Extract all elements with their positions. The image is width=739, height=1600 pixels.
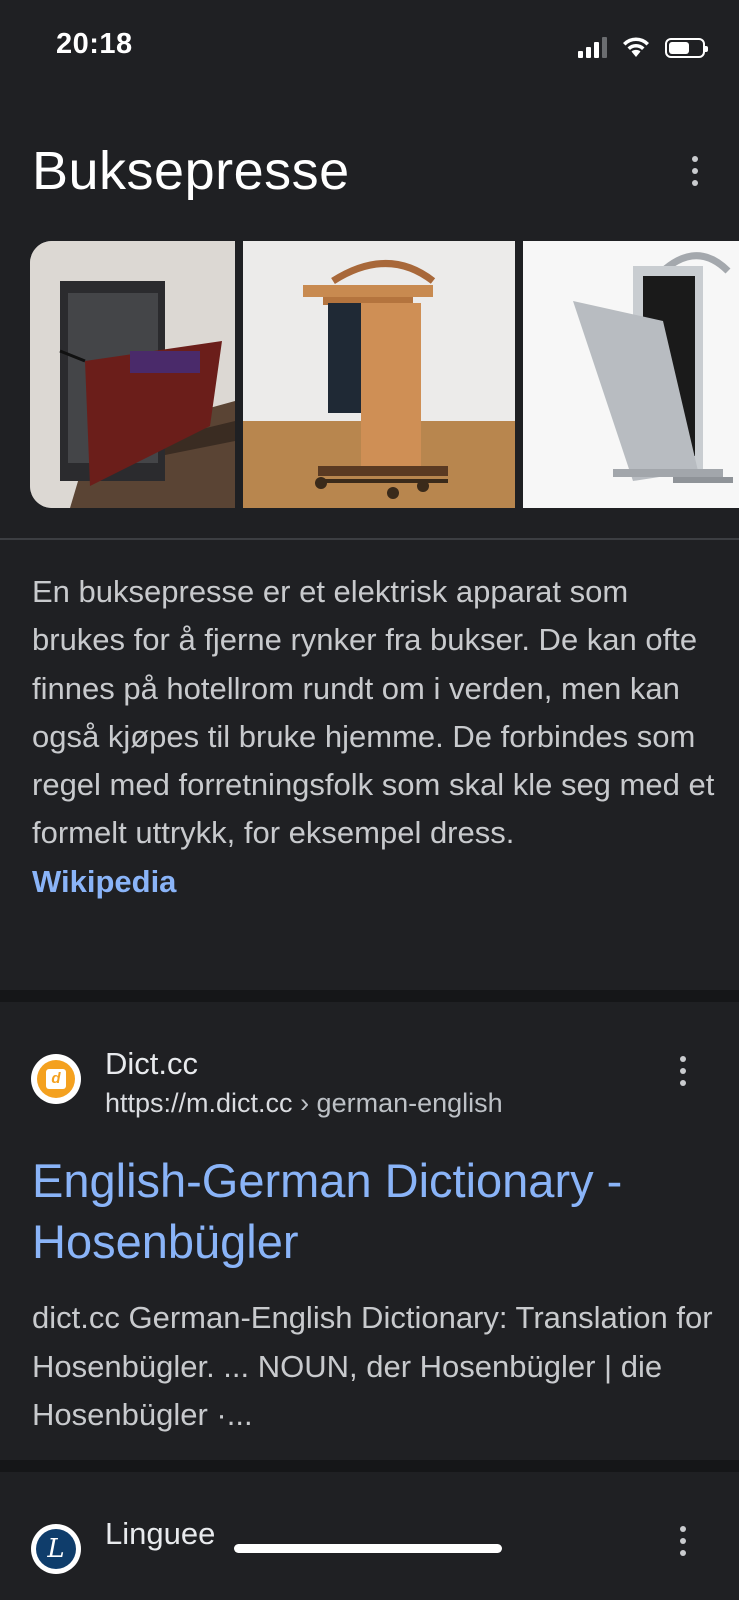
status-icons bbox=[578, 34, 708, 58]
linguee-favicon-icon: L bbox=[31, 1524, 81, 1574]
description-text: En buksepresse er et elektrisk apparat s… bbox=[32, 574, 715, 851]
status-bar: 20:18 bbox=[0, 0, 739, 98]
section-gap bbox=[0, 990, 739, 1002]
image-carousel[interactable] bbox=[30, 241, 739, 508]
knowledge-panel-title: Buksepresse bbox=[32, 141, 350, 201]
section-gap bbox=[0, 1460, 739, 1472]
image-thumbnail-1[interactable] bbox=[30, 241, 235, 508]
trouser-press-image-3 bbox=[523, 241, 739, 508]
cellular-signal-icon bbox=[578, 36, 607, 58]
knowledge-panel-description: En buksepresse er et elektrisk apparat s… bbox=[32, 568, 722, 906]
image-thumbnail-2[interactable] bbox=[243, 241, 515, 508]
status-time: 20:18 bbox=[56, 28, 133, 60]
result-site-name: Linguee bbox=[105, 1516, 216, 1551]
valet-stand-image bbox=[243, 241, 515, 508]
search-result-dictcc[interactable]: d Dict.cc https://m.dict.cc › german-eng… bbox=[0, 1002, 739, 1460]
trouser-press-image-1 bbox=[30, 241, 235, 508]
battery-icon bbox=[665, 38, 708, 58]
result-site-name: Dict.cc bbox=[105, 1046, 198, 1081]
wifi-icon bbox=[623, 37, 649, 57]
result-url-path: › german-english bbox=[292, 1088, 503, 1118]
dictcc-favicon-icon: d bbox=[31, 1054, 81, 1104]
result-url: https://m.dict.cc › german-english bbox=[105, 1088, 503, 1119]
result-snippet: dict.cc German-English Dictionary: Trans… bbox=[32, 1300, 713, 1432]
result-url-host: https://m.dict.cc bbox=[105, 1088, 293, 1118]
knowledge-panel-more-icon[interactable] bbox=[689, 156, 701, 186]
result-more-icon[interactable] bbox=[677, 1526, 689, 1556]
wikipedia-link[interactable]: Wikipedia bbox=[32, 858, 722, 906]
result-more-icon[interactable] bbox=[677, 1056, 689, 1086]
result-title-link[interactable]: English-German Dictionary - Hosenbügler bbox=[32, 1150, 712, 1272]
search-result-linguee[interactable]: L Linguee bbox=[0, 1472, 739, 1600]
image-thumbnail-3[interactable] bbox=[523, 241, 739, 508]
home-indicator[interactable] bbox=[234, 1544, 502, 1553]
section-divider bbox=[0, 538, 739, 540]
